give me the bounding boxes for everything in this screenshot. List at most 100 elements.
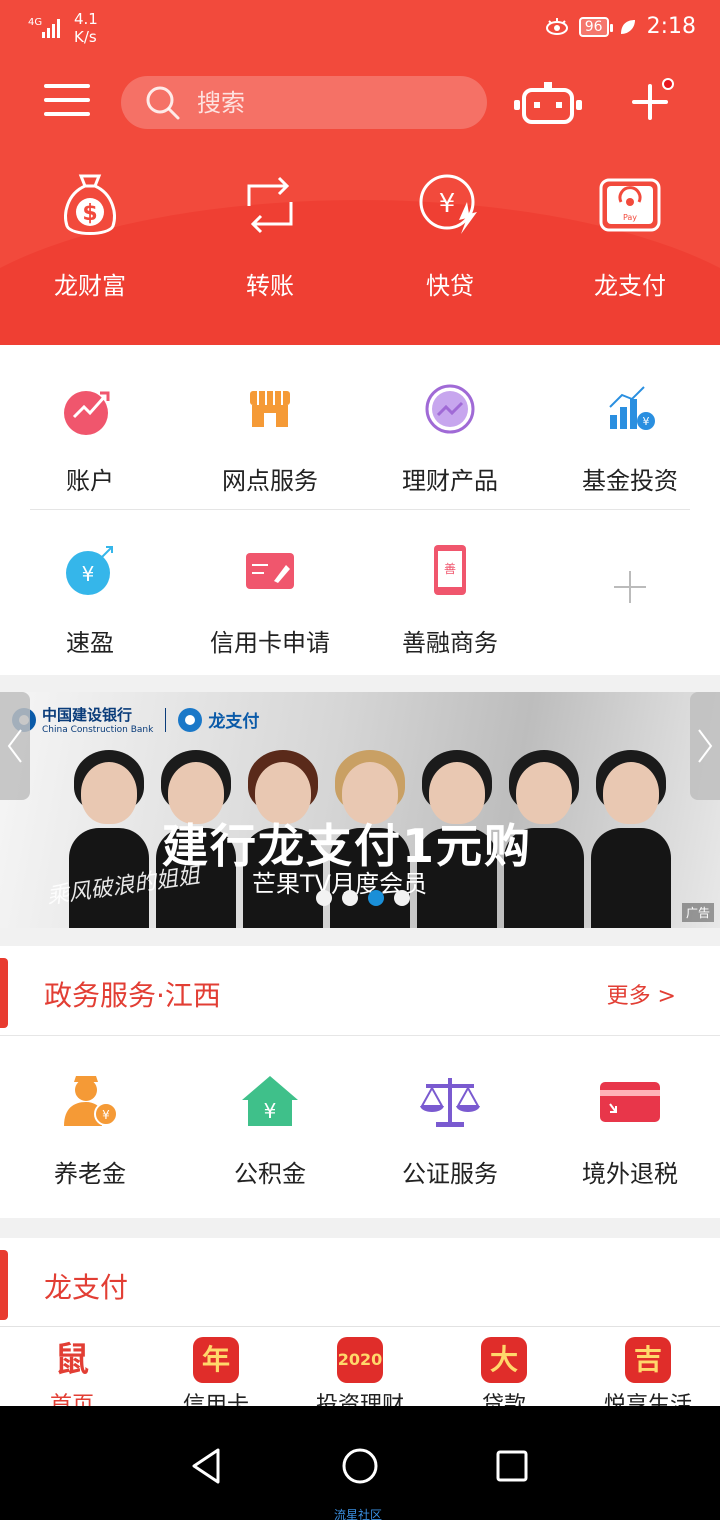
nian-icon: 年 xyxy=(193,1337,239,1383)
chevron-left-icon xyxy=(7,729,22,763)
robot-assistant-icon[interactable] xyxy=(514,82,582,126)
top-actions: $ 龙财富 转账 ¥ 快贷 Pay 龙支付 xyxy=(0,168,720,301)
nav-home[interactable]: 鼠 首页 xyxy=(0,1327,144,1418)
banner-next-arrow[interactable] xyxy=(690,692,720,800)
bank-name-en: China Construction Bank xyxy=(42,725,154,735)
gov-service-section: 政务服务·江西 更多 > ¥ 养老金 ¥ 公积金 公证服务 境外退税 xyxy=(0,946,720,1218)
menu-line xyxy=(44,98,90,102)
longpay-section: 龙支付 xyxy=(0,1238,720,1326)
account-icon xyxy=(64,391,110,435)
plus-icon xyxy=(614,571,646,603)
speed-unit: K/s xyxy=(74,28,97,46)
top-action-transfer[interactable]: 转账 xyxy=(180,168,360,301)
ad-tag: 广告 xyxy=(681,903,714,922)
gov-item-housing-fund[interactable]: ¥ 公积金 xyxy=(180,1072,360,1189)
grid-item-suying[interactable]: ¥ 速盈 xyxy=(0,543,180,658)
grid-item-outlet[interactable]: 网点服务 xyxy=(180,381,360,496)
watermark: 流星社区 xyxy=(334,1508,383,1520)
search-input[interactable] xyxy=(197,88,457,117)
carousel-dot[interactable] xyxy=(342,890,358,906)
top-action-pay[interactable]: Pay 龙支付 xyxy=(540,168,720,301)
svg-text:¥: ¥ xyxy=(82,562,95,586)
home-icon[interactable] xyxy=(340,1446,380,1486)
recents-icon[interactable] xyxy=(494,1446,530,1486)
section-accent-bar xyxy=(0,1250,8,1320)
money-bag-icon: $ xyxy=(64,174,116,235)
grid-item-more[interactable] xyxy=(540,543,720,658)
grid-row-2: ¥ 速盈 信用卡申请 善 善融商务 xyxy=(0,543,720,658)
section-accent-bar xyxy=(0,958,8,1028)
status-right: 96 2:18 xyxy=(545,14,696,39)
finance-icon xyxy=(425,384,475,434)
banner-prev-arrow[interactable] xyxy=(0,692,30,800)
grid-label: 善融商务 xyxy=(402,629,498,657)
grid-item-shanrong[interactable]: 善 善融商务 xyxy=(360,543,540,658)
section-title: 龙支付 xyxy=(44,1271,129,1304)
pay-icon: Pay xyxy=(599,178,661,232)
service-grid: 账户 网点服务 理财产品 ¥ 基金投资 ¥ 速盈 信用卡申请 善 善融商务 xyxy=(0,345,720,675)
store-icon xyxy=(250,391,290,427)
back-icon[interactable] xyxy=(188,1446,224,1486)
speed-value: 4.1 xyxy=(74,10,98,28)
carousel-dots xyxy=(316,890,410,906)
gov-item-tax-refund[interactable]: 境外退税 xyxy=(540,1072,720,1189)
section-header: 政务服务·江西 更多 > xyxy=(0,946,720,1036)
loan-icon: ¥ xyxy=(419,174,477,234)
add-button[interactable] xyxy=(628,78,674,124)
grid-label: 账户 xyxy=(66,467,114,495)
section-title: 政务服务·江西 xyxy=(44,979,221,1012)
top-action-label: 转账 xyxy=(246,272,294,300)
gov-item-label: 公积金 xyxy=(234,1160,306,1188)
transfer-icon xyxy=(247,176,293,234)
nav-life[interactable]: 吉 悦享生活 xyxy=(576,1327,720,1418)
top-action-label: 龙财富 xyxy=(54,272,126,300)
nav-invest[interactable]: 2020 投资理财 xyxy=(288,1327,432,1418)
notification-dot xyxy=(662,78,674,90)
carousel-dot[interactable] xyxy=(316,890,332,906)
header: 4G 4.1 K/s 96 2:18 搜索 $ 龙财富 转账 ¥ 快贷 Pay … xyxy=(0,0,720,345)
grid-item-wealth[interactable]: 理财产品 xyxy=(360,381,540,496)
svg-text:善: 善 xyxy=(444,561,456,576)
card-apply-icon xyxy=(246,553,294,589)
gov-item-notary[interactable]: 公证服务 xyxy=(360,1072,540,1189)
more-link[interactable]: 更多 > xyxy=(607,978,676,1010)
svg-text:¥: ¥ xyxy=(439,189,456,219)
grid-item-card-apply[interactable]: 信用卡申请 xyxy=(180,543,360,658)
logo-separator xyxy=(165,707,167,732)
signal-icon: 4G xyxy=(28,17,60,38)
gov-items: ¥ 养老金 ¥ 公积金 公证服务 境外退税 xyxy=(0,1036,720,1189)
grid-item-account[interactable]: 账户 xyxy=(0,381,180,496)
search-bar[interactable] xyxy=(121,76,487,129)
carousel-dot[interactable] xyxy=(394,890,410,906)
grid-item-fund[interactable]: ¥ 基金投资 xyxy=(540,381,720,496)
housing-fund-icon: ¥ xyxy=(242,1076,298,1126)
network-speed: 4.1 K/s xyxy=(74,10,114,46)
status-bar: 4G 4.1 K/s 96 2:18 xyxy=(0,0,720,60)
grid-label: 理财产品 xyxy=(402,467,498,495)
promo-banner[interactable]: 中国建设银行 China Construction Bank 龙支付 乘风破浪的… xyxy=(0,692,720,928)
longpay-logo-icon xyxy=(178,707,203,732)
svg-text:¥: ¥ xyxy=(643,415,650,428)
tax-refund-icon xyxy=(600,1082,660,1122)
section-header: 龙支付 xyxy=(0,1238,720,1328)
gov-item-label: 养老金 xyxy=(54,1160,126,1188)
ji-icon: 吉 xyxy=(625,1337,671,1383)
pension-icon: ¥ xyxy=(64,1076,118,1126)
chevron-right-icon xyxy=(698,729,713,763)
fund-icon: ¥ xyxy=(609,386,655,430)
grid-label: 信用卡申请 xyxy=(210,629,330,657)
svg-text:Pay: Pay xyxy=(623,213,637,222)
nav-credit-card[interactable]: 年 信用卡 xyxy=(144,1327,288,1418)
clock: 2:18 xyxy=(646,14,696,39)
nav-loan[interactable]: 大 贷款 xyxy=(432,1327,576,1418)
svg-text:$: $ xyxy=(82,201,97,226)
da-icon: 大 xyxy=(481,1337,527,1383)
top-action-longcaifu[interactable]: $ 龙财富 xyxy=(0,168,180,301)
bottom-nav: 鼠 首页 年 信用卡 2020 投资理财 大 贷款 吉 悦享生活 xyxy=(0,1326,720,1418)
gov-item-pension[interactable]: ¥ 养老金 xyxy=(0,1072,180,1189)
carousel-dot-active[interactable] xyxy=(368,890,384,906)
grid-row-1: 账户 网点服务 理财产品 ¥ 基金投资 xyxy=(0,381,720,496)
grid-label: 基金投资 xyxy=(582,467,678,495)
menu-button[interactable] xyxy=(44,84,92,120)
top-action-loan[interactable]: ¥ 快贷 xyxy=(360,168,540,301)
